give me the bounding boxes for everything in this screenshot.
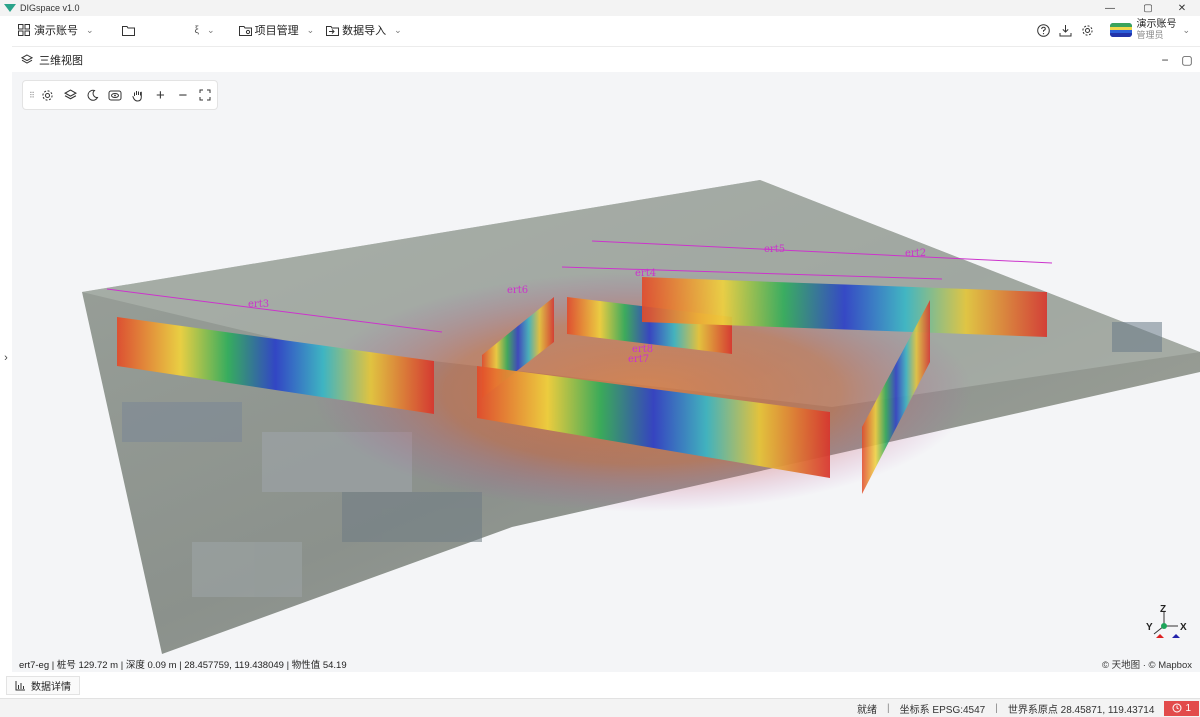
zoom-in-button[interactable]: + [149, 84, 171, 106]
profile-label-ert5: ert5 [764, 244, 785, 255]
help-button[interactable] [1032, 19, 1054, 41]
bar-chart-icon [15, 680, 25, 690]
settings-button[interactable] [1076, 19, 1098, 41]
download-icon [1059, 24, 1072, 36]
alert-badge[interactable]: 1 [1164, 700, 1199, 716]
chevron-down-icon: ⌄ [1182, 24, 1190, 35]
download-button[interactable] [1054, 19, 1076, 41]
map-attribution: © 天地图 · © Mapbox [1101, 660, 1192, 671]
data-detail-tab[interactable]: 数据详情 [6, 676, 80, 695]
folder-icon [121, 25, 135, 36]
coordinate-readout: ert7-eg | 桩号 129.72 m | 深度 0.09 m | 28.4… [19, 660, 347, 671]
layers-icon [21, 53, 33, 64]
profile-label-ert2: ert2 [905, 248, 926, 259]
user-name: 演示账号 [1136, 19, 1177, 30]
gear-icon [1082, 24, 1093, 36]
status-bar: 就绪 | 坐标系 EPSG:4547 | 世界系原点 28.45871, 119… [0, 698, 1200, 717]
sidebar-expand-button[interactable]: › [0, 346, 12, 370]
alert-count: 1 [1185, 702, 1191, 714]
status-separator: | [887, 702, 890, 714]
top-right-tools: 演示账号 管理员 ⌄ [1032, 16, 1200, 44]
chevron-down-icon: ⌄ [306, 24, 315, 35]
chevron-down-icon: ⌄ [394, 24, 402, 35]
status-state: 就绪 [857, 704, 878, 716]
axis-gizmo[interactable]: Z Y X [1142, 604, 1192, 644]
chevron-down-icon: ⌄ [207, 24, 215, 35]
zoom-out-button[interactable]: − [172, 84, 194, 106]
panel-title: 三维视图 [39, 54, 83, 67]
minimize-button[interactable]: — [1092, 0, 1128, 16]
panel-maximize-button[interactable]: ▢ [1178, 51, 1196, 69]
layers-button[interactable] [59, 84, 81, 106]
profile-label-ert4: ert4 [635, 268, 656, 279]
grid-icon [18, 24, 30, 36]
scene-settings-button[interactable] [37, 84, 59, 106]
user-role: 管理员 [1136, 30, 1164, 40]
fullscreen-button[interactable] [194, 84, 216, 106]
gear-icon [42, 89, 54, 101]
project-manage-label: 项目管理 [254, 25, 299, 37]
chevron-down-icon: ⌄ [86, 24, 94, 35]
account-menu-label: 演示账号 [34, 25, 78, 37]
view-button[interactable] [104, 84, 126, 106]
app-title: DIGspace v1.0 [20, 3, 80, 13]
project-manage-menu[interactable]: 项目管理 ⌄ [238, 16, 315, 44]
data-detail-tab-label: 数据详情 [31, 682, 71, 693]
moon-icon [87, 89, 99, 101]
hand-icon [132, 90, 143, 102]
layers-icon [63, 88, 77, 99]
menu-bar: 演示账号 ⌄ ξ ⌄ 项目管理 ⌄ 数据导入 ⌄ [0, 16, 1200, 44]
folder-fragment-icon: ξ [194, 24, 200, 36]
folder-settings-icon [238, 25, 252, 36]
user-menu[interactable]: 演示账号 管理员 ⌄ [1110, 19, 1190, 41]
close-window-button[interactable]: ✕ [1164, 0, 1200, 16]
profile-label-ert3: ert3 [248, 299, 269, 310]
history-icon [1172, 703, 1182, 713]
account-menu[interactable]: 演示账号 ⌄ [18, 16, 94, 44]
fullscreen-icon [199, 89, 211, 101]
help-icon [1037, 23, 1050, 37]
3d-toolbar: ⠿ + − [22, 80, 218, 110]
3d-view-panel-header: 三维视图 − ▢ [12, 46, 1200, 72]
profile-label-ert7: ert7 [628, 354, 649, 365]
night-mode-button[interactable] [82, 84, 104, 106]
import-icon [326, 25, 340, 36]
status-separator: | [995, 702, 998, 714]
3d-scene[interactable]: ert3 ert6 ert4 ert5 ert2 ert8 ert7 [12, 72, 1200, 672]
axis-x-label: X [1180, 622, 1187, 633]
axis-z-label: Z [1160, 604, 1166, 615]
eye-icon [108, 90, 122, 100]
3d-viewport[interactable]: ert3 ert6 ert4 ert5 ert2 ert8 ert7 ⠿ + −… [12, 72, 1200, 672]
panel-minimize-button[interactable]: − [1156, 51, 1174, 69]
maximize-button[interactable]: ▢ [1130, 0, 1166, 16]
title-bar: DIGspace v1.0 [0, 0, 1200, 16]
status-crs: 坐标系 EPSG:4547 [899, 704, 986, 716]
app-logo [4, 4, 16, 12]
profile-label-ert6: ert6 [507, 285, 528, 296]
project-folder-menu[interactable]: ξ ⌄ [121, 16, 215, 44]
axis-y-label: Y [1146, 622, 1153, 633]
avatar [1110, 23, 1133, 37]
data-import-menu[interactable]: 数据导入 ⌄ [326, 16, 402, 44]
drag-handle-icon[interactable]: ⠿ [27, 91, 37, 100]
status-origin: 世界系原点 28.45871, 119.43714 [1007, 704, 1155, 716]
data-import-label: 数据导入 [342, 25, 387, 37]
pan-button[interactable] [127, 84, 149, 106]
